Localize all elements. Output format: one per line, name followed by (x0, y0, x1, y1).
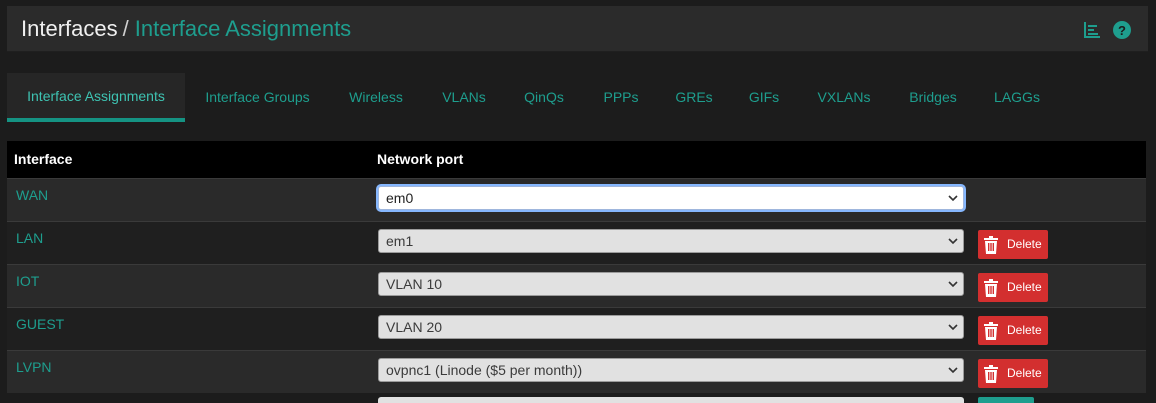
tab-ppps[interactable]: PPPs (592, 73, 650, 122)
trash-icon (984, 322, 998, 340)
network-port-select[interactable]: em1 (378, 229, 964, 253)
tab-vlans[interactable]: VLANs (431, 73, 497, 122)
delete-label: Delete (1007, 280, 1042, 294)
tab-qinqs[interactable]: QinQs (514, 73, 574, 122)
table-row: LAN em1 Delete (7, 221, 1146, 264)
chevron-down-icon (948, 281, 958, 288)
table-header: Interface Network port (7, 141, 1146, 178)
tab-gifs[interactable]: GIFs (740, 73, 788, 122)
tab-bridges[interactable]: Bridges (901, 73, 965, 122)
delete-button[interactable]: Delete (978, 359, 1048, 388)
interfaces-table: Interface Network port WAN em0 LAN em1 D… (7, 141, 1146, 393)
network-port-value: ovpnc1 (Linode ($5 per month)) (386, 362, 583, 378)
header-icons: ? (1082, 20, 1132, 40)
breadcrumb-current[interactable]: Interface Assignments (135, 16, 351, 41)
tab-bar: Interface Assignments Interface Groups W… (7, 73, 1148, 122)
trash-icon (984, 365, 998, 383)
tab-gres[interactable]: GREs (667, 73, 721, 122)
delete-button[interactable]: Delete (978, 230, 1048, 259)
breadcrumb-root[interactable]: Interfaces (21, 16, 118, 41)
breadcrumb-separator: / (122, 16, 129, 41)
trash-icon (984, 236, 998, 254)
network-port-select[interactable]: em0 (378, 186, 964, 210)
interface-link-guest[interactable]: GUEST (16, 316, 64, 332)
network-port-select[interactable]: VLAN 10 (378, 272, 964, 296)
network-port-select-partial[interactable] (378, 397, 964, 403)
col-interface: Interface (14, 151, 73, 167)
table-row: LVPN ovpnc1 (Linode ($5 per month)) Dele… (7, 350, 1146, 393)
breadcrumb: Interfaces / Interface Assignments (21, 16, 351, 42)
delete-label: Delete (1007, 323, 1042, 337)
interface-link-iot[interactable]: IOT (16, 273, 39, 289)
chevron-down-icon (948, 324, 958, 331)
delete-label: Delete (1007, 366, 1042, 380)
tab-laggs[interactable]: LAGGs (987, 73, 1047, 122)
table-row: WAN em0 (7, 178, 1146, 221)
tab-interface-assignments[interactable]: Interface Assignments (7, 73, 185, 122)
interface-link-wan[interactable]: WAN (16, 187, 48, 203)
page-header: Interfaces / Interface Assignments ? (7, 6, 1148, 52)
chevron-down-icon (948, 367, 958, 374)
delete-button[interactable]: Delete (978, 316, 1048, 345)
network-port-select[interactable]: ovpnc1 (Linode ($5 per month)) (378, 358, 964, 382)
table-row: IOT VLAN 10 Delete (7, 264, 1146, 307)
network-port-select[interactable]: VLAN 20 (378, 315, 964, 339)
tab-vxlans[interactable]: VXLANs (806, 73, 882, 122)
add-button-partial[interactable] (978, 397, 1034, 403)
tab-interface-groups[interactable]: Interface Groups (195, 73, 320, 122)
chevron-down-icon (948, 238, 958, 245)
col-network-port: Network port (377, 151, 464, 167)
svg-text:?: ? (1118, 23, 1126, 38)
network-port-value: VLAN 10 (386, 276, 443, 292)
delete-label: Delete (1007, 237, 1042, 251)
network-port-value: em1 (386, 233, 414, 249)
interface-link-lan[interactable]: LAN (16, 230, 43, 246)
trash-icon (984, 279, 998, 297)
interface-link-lvpn[interactable]: LVPN (16, 359, 52, 375)
network-port-value: VLAN 20 (386, 319, 443, 335)
bar-chart-icon[interactable] (1082, 20, 1102, 40)
help-icon[interactable]: ? (1112, 20, 1132, 40)
tab-wireless[interactable]: Wireless (340, 73, 412, 122)
table-row: GUEST VLAN 20 Delete (7, 307, 1146, 350)
delete-button[interactable]: Delete (978, 273, 1048, 302)
network-port-value: em0 (386, 190, 414, 206)
chevron-down-icon (948, 195, 958, 202)
